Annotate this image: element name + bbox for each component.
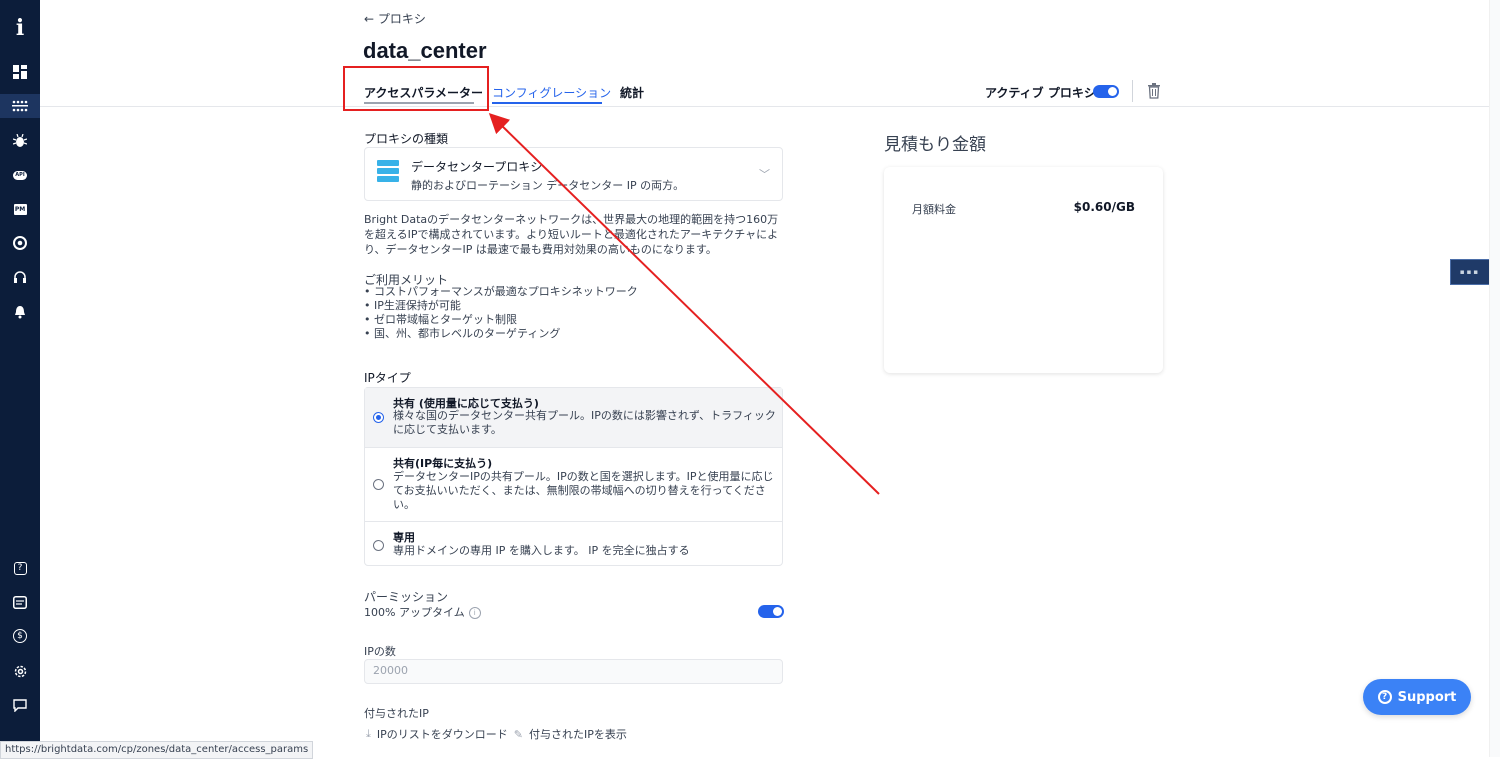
annotation-arrow (488, 113, 880, 495)
support-label: Support (1397, 689, 1457, 705)
status-bar-url: https://brightdata.com/cp/zones/data_cen… (0, 741, 314, 759)
scrollbar[interactable] (1489, 0, 1500, 757)
question-icon: ? (1377, 690, 1392, 704)
support-button[interactable]: ? Support (1363, 679, 1471, 715)
